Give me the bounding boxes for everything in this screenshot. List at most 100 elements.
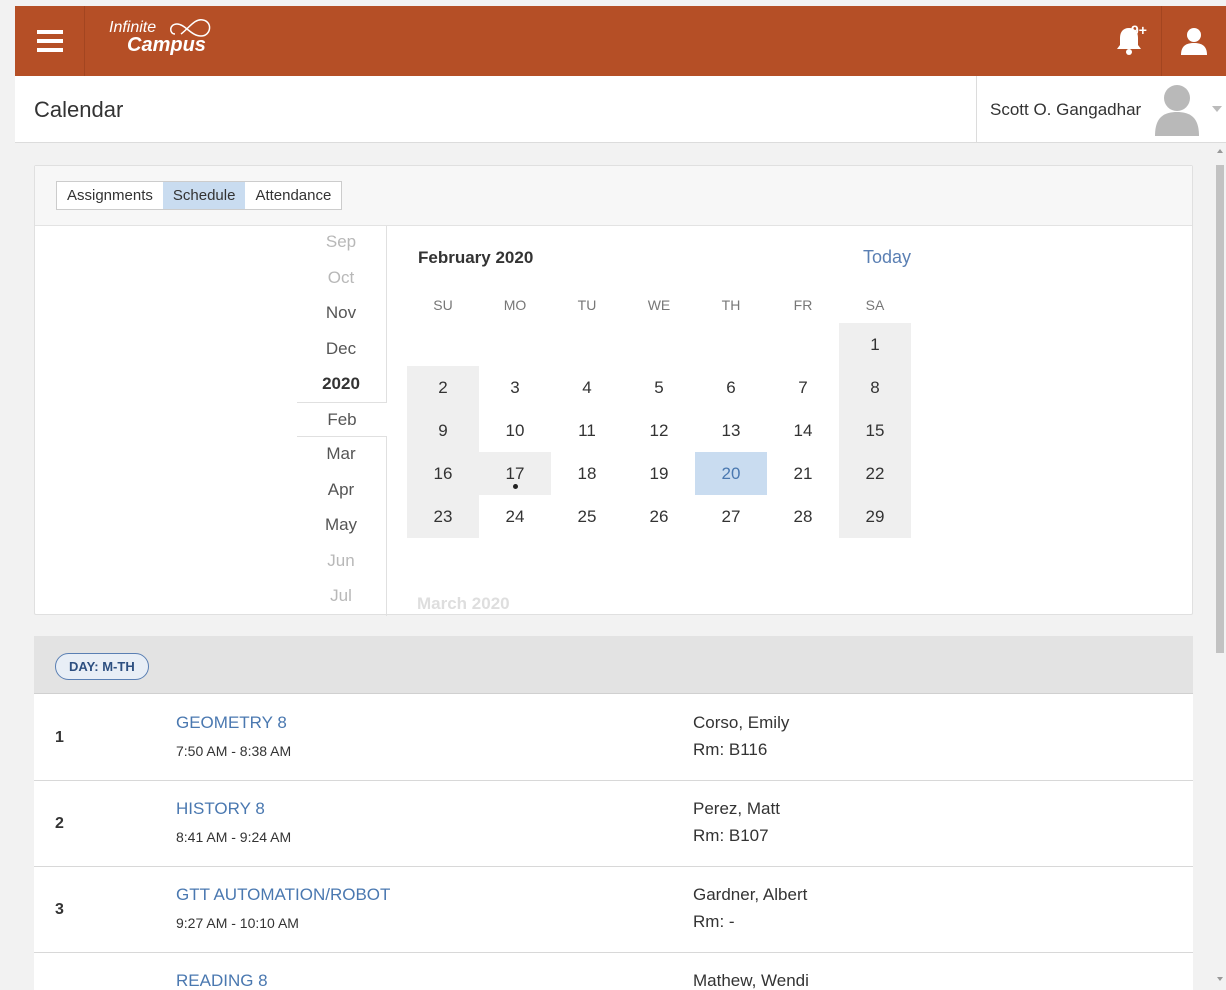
schedule-row: 4 READING 8 Mathew, Wendi bbox=[34, 953, 1193, 990]
month-nov[interactable]: Nov bbox=[297, 303, 385, 323]
infinity-icon bbox=[170, 19, 211, 37]
scroll-thumb[interactable] bbox=[1216, 165, 1224, 653]
schedule-header: DAY: M-TH bbox=[34, 636, 1193, 694]
course-link[interactable]: GTT AUTOMATION/ROBOT bbox=[176, 885, 390, 905]
calendar-day-5[interactable]: 5 bbox=[623, 366, 695, 409]
user-menu-button[interactable] bbox=[1161, 6, 1226, 76]
next-month-title: March 2020 bbox=[417, 594, 510, 613]
tab-schedule[interactable]: Schedule bbox=[162, 182, 246, 209]
calendar-empty-cell bbox=[695, 323, 767, 366]
calendar-day-13[interactable]: 13 bbox=[695, 409, 767, 452]
calendar-empty-cell bbox=[407, 323, 479, 366]
weekday-header: MO bbox=[503, 297, 527, 313]
calendar-day-19[interactable]: 19 bbox=[623, 452, 695, 495]
course-link[interactable]: GEOMETRY 8 bbox=[176, 713, 287, 733]
calendar-day-1[interactable]: 1 bbox=[839, 323, 911, 366]
calendar-day-8[interactable]: 8 bbox=[839, 366, 911, 409]
calendar-day-18[interactable]: 18 bbox=[551, 452, 623, 495]
calendar-day-9[interactable]: 9 bbox=[407, 409, 479, 452]
calendar-day-17[interactable]: 17 bbox=[479, 452, 551, 495]
scroll-up-arrow[interactable] bbox=[1217, 149, 1223, 153]
weekday-header: WE bbox=[647, 297, 671, 313]
course-link[interactable]: HISTORY 8 bbox=[176, 799, 265, 819]
schedule-section: DAY: M-TH 1 GEOMETRY 8 7:50 AM - 8:38 AM… bbox=[34, 636, 1193, 990]
calendar-day-29[interactable]: 29 bbox=[839, 495, 911, 538]
schedule-row: 1 GEOMETRY 8 7:50 AM - 8:38 AM Corso, Em… bbox=[34, 695, 1193, 781]
period-number: 1 bbox=[55, 729, 64, 746]
avatar bbox=[1155, 85, 1199, 136]
today-link[interactable]: Today bbox=[863, 247, 911, 268]
calendar-day-28[interactable]: 28 bbox=[767, 495, 839, 538]
schedule-row: 2 HISTORY 8 8:41 AM - 9:24 AM Perez, Mat… bbox=[34, 781, 1193, 867]
month-jul[interactable]: Jul bbox=[297, 586, 385, 606]
event-dot-icon bbox=[513, 484, 518, 489]
tab-attendance[interactable]: Attendance bbox=[245, 182, 341, 209]
calendar-day-3[interactable]: 3 bbox=[479, 366, 551, 409]
calendar-day-20[interactable]: 20 bbox=[695, 452, 767, 495]
weekday-header: SU bbox=[433, 297, 453, 313]
weekday-header: TU bbox=[577, 297, 597, 313]
period-number: 2 bbox=[55, 815, 64, 832]
calendar-day-14[interactable]: 14 bbox=[767, 409, 839, 452]
calendar-day-24[interactable]: 24 bbox=[479, 495, 551, 538]
calendar-day-25[interactable]: 25 bbox=[551, 495, 623, 538]
calendar-day-16[interactable]: 16 bbox=[407, 452, 479, 495]
month-oct[interactable]: Oct bbox=[297, 268, 385, 288]
calendar-day-6[interactable]: 6 bbox=[695, 366, 767, 409]
month-feb[interactable]: Feb bbox=[297, 402, 387, 437]
period-time: 8:41 AM - 9:24 AM bbox=[176, 829, 292, 845]
calendar-empty-cell bbox=[551, 323, 623, 366]
calendar-day-11[interactable]: 11 bbox=[551, 409, 623, 452]
room-number: Rm: B107 bbox=[693, 826, 769, 845]
month-may[interactable]: May bbox=[297, 515, 385, 535]
month-jun[interactable]: Jun bbox=[297, 551, 385, 571]
calendar-day-2[interactable]: 2 bbox=[407, 366, 479, 409]
chevron-down-icon[interactable] bbox=[1212, 106, 1222, 112]
calendar-day-22[interactable]: 22 bbox=[839, 452, 911, 495]
calendar-day-4[interactable]: 4 bbox=[551, 366, 623, 409]
period-time: 9:27 AM - 10:10 AM bbox=[176, 915, 299, 931]
month-mar[interactable]: Mar bbox=[297, 444, 385, 464]
menu-button[interactable] bbox=[15, 6, 85, 76]
hamburger-icon bbox=[36, 30, 63, 52]
student-selector[interactable]: Scott O. Gangadhar bbox=[976, 76, 1226, 143]
user-icon bbox=[1181, 28, 1207, 55]
month-picker: Sep Oct Nov Dec 2020 Feb Mar Apr May Jun… bbox=[297, 226, 387, 616]
calendar-day-21[interactable]: 21 bbox=[767, 452, 839, 495]
calendar-card: Assignments Schedule Attendance Sep Oct … bbox=[34, 165, 1193, 616]
calendar-day-15[interactable]: 15 bbox=[839, 409, 911, 452]
period-number: 3 bbox=[55, 901, 64, 918]
scroll-down-arrow[interactable] bbox=[1217, 977, 1223, 981]
infinite-campus-logo[interactable]: Infinite Campus bbox=[109, 19, 211, 55]
calendar-day-26[interactable]: 26 bbox=[623, 495, 695, 538]
period-time: 7:50 AM - 8:38 AM bbox=[176, 743, 292, 759]
teacher-name: Corso, Emily bbox=[693, 713, 790, 732]
room-number: Rm: B116 bbox=[693, 740, 768, 759]
month-dec[interactable]: Dec bbox=[297, 339, 385, 359]
calendar-day-10[interactable]: 10 bbox=[479, 409, 551, 452]
calendar-empty-cell bbox=[623, 323, 695, 366]
teacher-name: Gardner, Albert bbox=[693, 885, 808, 904]
scrollbar[interactable] bbox=[1214, 145, 1226, 990]
calendar-day-23[interactable]: 23 bbox=[407, 495, 479, 538]
month-sep[interactable]: Sep bbox=[297, 232, 385, 252]
calendar-empty-cell bbox=[767, 323, 839, 366]
month-apr[interactable]: Apr bbox=[297, 480, 385, 500]
day-rotation-chip: DAY: M-TH bbox=[55, 653, 149, 680]
calendar-tabs-bar: Assignments Schedule Attendance bbox=[35, 166, 1192, 226]
teacher-name: Perez, Matt bbox=[693, 799, 780, 818]
teacher-name: Mathew, Wendi bbox=[693, 971, 809, 990]
calendar-day-7[interactable]: 7 bbox=[767, 366, 839, 409]
room-number: Rm: - bbox=[693, 912, 735, 931]
weekday-header: FR bbox=[793, 297, 813, 313]
top-bar: Infinite Campus 9+ bbox=[15, 6, 1226, 76]
page-title: Calendar bbox=[34, 97, 124, 122]
course-link[interactable]: READING 8 bbox=[176, 971, 268, 990]
calendar-day-12[interactable]: 12 bbox=[623, 409, 695, 452]
notification-badge: 9+ bbox=[1131, 22, 1147, 38]
page-header: Calendar Scott O. Gangadhar bbox=[15, 76, 1226, 143]
tab-assignments[interactable]: Assignments bbox=[57, 182, 163, 209]
weekday-header: TH bbox=[721, 297, 741, 313]
calendar-day-27[interactable]: 27 bbox=[695, 495, 767, 538]
calendar-empty-cell bbox=[479, 323, 551, 366]
